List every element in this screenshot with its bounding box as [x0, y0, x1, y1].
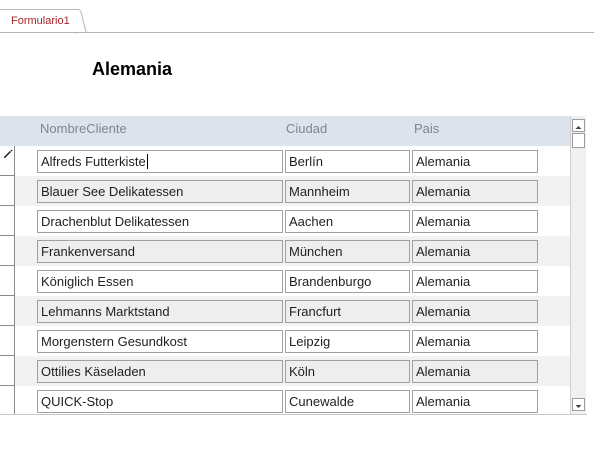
- ciudad-field[interactable]: München: [285, 240, 410, 263]
- pais-field[interactable]: Alemania: [412, 180, 538, 203]
- tab-divider: [0, 32, 594, 33]
- record-selector[interactable]: [0, 206, 14, 236]
- pais-field[interactable]: Alemania: [412, 360, 538, 383]
- record-row: Frankenversand München Alemania: [15, 236, 570, 266]
- nombrecliente-field[interactable]: Blauer See Delikatessen: [37, 180, 283, 203]
- column-header-ciudad: Ciudad: [286, 121, 328, 136]
- record-selector[interactable]: [0, 296, 14, 326]
- nombrecliente-field[interactable]: Alfreds Futterkiste: [37, 150, 283, 173]
- nombrecliente-field[interactable]: Drachenblut Delikatessen: [37, 210, 283, 233]
- record-row: Königlich Essen Brandenburgo Alemania: [15, 266, 570, 296]
- nombrecliente-field[interactable]: Königlich Essen: [37, 270, 283, 293]
- pais-field[interactable]: Alemania: [412, 390, 538, 413]
- grid-bottom-border: [0, 414, 587, 415]
- record-selector[interactable]: [0, 176, 14, 206]
- ciudad-field[interactable]: Aachen: [285, 210, 410, 233]
- ciudad-field[interactable]: Berlín: [285, 150, 410, 173]
- column-header-pais: Pais: [414, 121, 440, 136]
- text-caret: [146, 154, 148, 169]
- document-tab-bar: Formulario1: [0, 0, 594, 34]
- pais-field[interactable]: Alemania: [412, 270, 538, 293]
- pais-field[interactable]: Alemania: [412, 300, 538, 323]
- scroll-down-button[interactable]: [572, 398, 585, 411]
- tab-edge: [74, 9, 88, 33]
- document-tab-label[interactable]: Formulario1: [11, 14, 70, 28]
- ciudad-field[interactable]: Francfurt: [285, 300, 410, 323]
- record-row: Alfreds Futterkiste Berlín Alemania: [15, 146, 570, 176]
- nombrecliente-field[interactable]: Morgenstern Gesundkost: [37, 330, 283, 353]
- scroll-up-button[interactable]: [572, 119, 585, 132]
- nombrecliente-field[interactable]: QUICK-Stop: [37, 390, 283, 413]
- pais-field[interactable]: Alemania: [412, 330, 538, 353]
- column-header-nombrecliente: NombreCliente: [40, 121, 127, 136]
- record-selector[interactable]: [0, 356, 14, 386]
- record-selector[interactable]: [0, 266, 14, 296]
- pais-field[interactable]: Alemania: [412, 150, 538, 173]
- record-selector[interactable]: [0, 326, 14, 356]
- ciudad-field[interactable]: Köln: [285, 360, 410, 383]
- record-selector[interactable]: [0, 236, 14, 266]
- record-row: Blauer See Delikatessen Mannheim Alemani…: [15, 176, 570, 206]
- column-header-row: NombreCliente Ciudad Pais: [0, 116, 570, 146]
- ciudad-field[interactable]: Brandenburgo: [285, 270, 410, 293]
- vertical-scrollbar[interactable]: [570, 116, 586, 414]
- scroll-thumb[interactable]: [572, 133, 585, 148]
- record-row: QUICK-Stop Cunewalde Alemania: [15, 386, 570, 414]
- form-title: Alemania: [92, 59, 173, 79]
- ciudad-field[interactable]: Mannheim: [285, 180, 410, 203]
- arrow-down-icon: [575, 405, 582, 408]
- arrow-up-icon: [575, 126, 582, 129]
- record-row: Drachenblut Delikatessen Aachen Alemania: [15, 206, 570, 236]
- record-selector[interactable]: [0, 386, 14, 416]
- record-row: Lehmanns Marktstand Francfurt Alemania: [15, 296, 570, 326]
- ciudad-field[interactable]: Leipzig: [285, 330, 410, 353]
- record-selector[interactable]: [0, 146, 14, 176]
- nombrecliente-field[interactable]: Ottilies Käseladen: [37, 360, 283, 383]
- record-row: Ottilies Käseladen Köln Alemania: [15, 356, 570, 386]
- pais-field[interactable]: Alemania: [412, 240, 538, 263]
- pencil-icon: [4, 149, 13, 158]
- record-row: Morgenstern Gesundkost Leipzig Alemania: [15, 326, 570, 356]
- nombrecliente-value: Alfreds Futterkiste: [41, 154, 146, 169]
- nombrecliente-field[interactable]: Frankenversand: [37, 240, 283, 263]
- ciudad-field[interactable]: Cunewalde: [285, 390, 410, 413]
- nombrecliente-field[interactable]: Lehmanns Marktstand: [37, 300, 283, 323]
- pais-field[interactable]: Alemania: [412, 210, 538, 233]
- continuous-form-grid: NombreCliente Ciudad Pais Alfreds Futter…: [0, 116, 587, 414]
- record-selector-column: [0, 146, 15, 414]
